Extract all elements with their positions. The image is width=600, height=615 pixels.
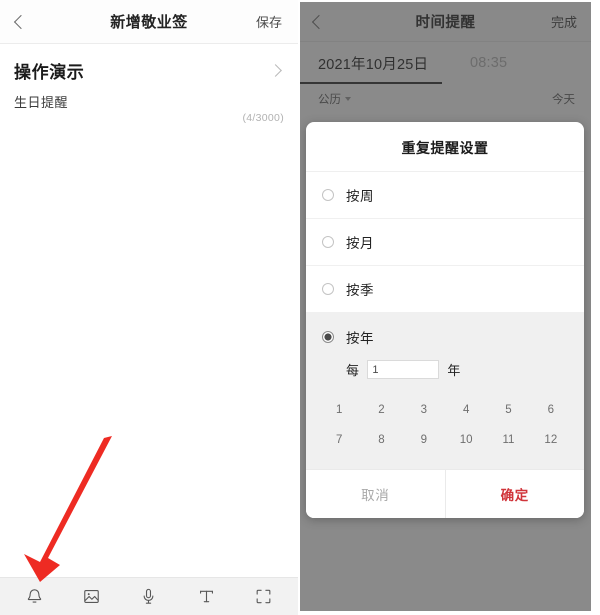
back-button[interactable] xyxy=(13,9,42,35)
left-header-bar: 新增敬业签 保存 xyxy=(0,0,298,44)
left-phone-screen: 新增敬业签 保存 操作演示 生日提醒 (4/3000) xyxy=(0,0,298,615)
number-cell[interactable]: 2 xyxy=(360,395,402,425)
radio-weekly-icon[interactable] xyxy=(322,189,334,201)
yearly-section: 按年 每 年 1 2 3 4 5 6 7 xyxy=(306,313,584,469)
confirm-button[interactable]: 确定 xyxy=(444,470,585,518)
note-editor-body[interactable]: 操作演示 生日提醒 (4/3000) xyxy=(0,44,298,577)
option-row-weekly[interactable]: 按周 xyxy=(306,172,584,219)
bell-icon[interactable] xyxy=(15,582,55,612)
dialog-footer: 取消 确定 xyxy=(306,469,584,518)
note-title: 操作演示 xyxy=(14,63,85,82)
image-icon[interactable] xyxy=(72,582,112,612)
option-label-yearly: 按年 xyxy=(346,330,374,346)
radio-yearly-icon[interactable] xyxy=(322,330,334,343)
number-cell[interactable]: 11 xyxy=(487,425,529,455)
number-cell[interactable]: 10 xyxy=(445,425,487,455)
number-cell[interactable]: 9 xyxy=(403,425,445,455)
number-cell[interactable]: 8 xyxy=(360,425,402,455)
number-cell[interactable]: 4 xyxy=(445,395,487,425)
number-cell[interactable]: 6 xyxy=(530,395,572,425)
repeat-reminder-dialog: 重复提醒设置 按周 按月 按季 按年 每 1 年 1 2 3 4 5 6 7 8… xyxy=(306,122,584,518)
right-screen-content: 时间提醒 完成 2021年10月25日 08:35 公历 今天 重复提醒设置 xyxy=(300,2,591,611)
interval-row: 每 年 xyxy=(306,360,584,391)
interval-value-input[interactable] xyxy=(367,360,440,379)
dialog-title: 重复提醒设置 xyxy=(306,122,584,172)
right-phone-screen: 时间提醒 完成 2021年10月25日 08:35 公历 今天 重复提醒设置 xyxy=(298,0,600,615)
interval-prefix-label: 每 xyxy=(346,363,360,378)
option-label-monthly: 按月 xyxy=(346,236,374,251)
number-cell[interactable]: 7 xyxy=(318,425,360,455)
radio-quarterly-icon[interactable] xyxy=(322,283,334,295)
fullscreen-icon[interactable] xyxy=(243,582,283,612)
option-row-yearly[interactable]: 按年 xyxy=(306,313,584,360)
option-row-quarterly[interactable]: 按季 xyxy=(306,266,584,313)
month-number-grid: 1 2 3 4 5 6 7 8 9 10 11 12 xyxy=(306,391,584,469)
dual-screenshot: 新增敬业签 保存 操作演示 生日提醒 (4/3000) 完成 重复提醒设置 按周… xyxy=(0,0,600,615)
interval-suffix-label: 年 xyxy=(447,363,461,378)
number-cell[interactable]: 12 xyxy=(530,425,572,455)
chevron-left-icon xyxy=(13,14,29,29)
number-cell[interactable]: 5 xyxy=(487,395,529,425)
option-row-monthly[interactable]: 按月 xyxy=(306,219,584,266)
save-button[interactable]: 保存 xyxy=(256,12,282,31)
done-button[interactable]: 完成 xyxy=(551,12,577,31)
option-label-quarterly: 按季 xyxy=(346,283,374,298)
number-cell[interactable]: 1 xyxy=(318,395,360,425)
text-icon[interactable] xyxy=(186,582,226,612)
chevron-right-icon[interactable] xyxy=(269,64,282,77)
editor-toolbar xyxy=(0,577,298,615)
character-counter: (4/3000) xyxy=(242,112,284,124)
note-subtitle: 生日提醒 xyxy=(14,95,69,110)
microphone-icon[interactable] xyxy=(129,582,169,612)
number-cell[interactable]: 3 xyxy=(403,395,445,425)
option-label-weekly: 按周 xyxy=(346,189,374,204)
note-title-row[interactable]: 操作演示 xyxy=(14,58,284,83)
radio-monthly-icon[interactable] xyxy=(322,236,334,248)
cancel-button[interactable]: 取消 xyxy=(306,470,445,518)
page-title: 新增敬业签 xyxy=(110,14,188,31)
